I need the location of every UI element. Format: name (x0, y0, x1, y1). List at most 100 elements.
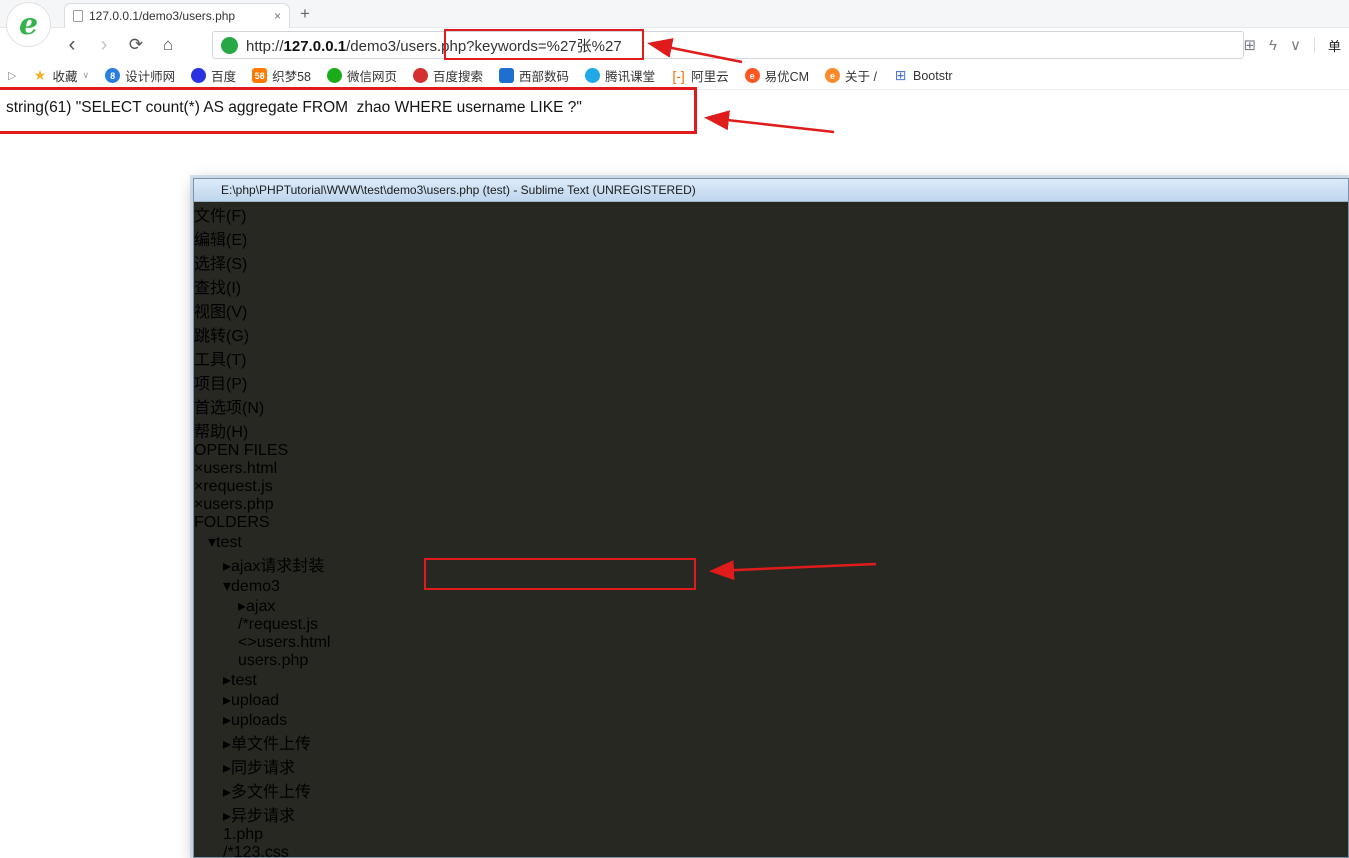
url-query: ?keywords=%27张%27 (466, 37, 622, 55)
screen: e 127.0.0.1/demo3/users.php × + ‹ › ⟳ ⌂ … (0, 0, 1349, 858)
file-name: users.html (203, 460, 278, 477)
address-bar[interactable]: http://127.0.0.1/demo3/users.php?keyword… (212, 31, 1244, 59)
bookmark-site-icon (413, 68, 429, 83)
tree-item-file[interactable]: /*request.js (194, 616, 1348, 634)
item-label: upload (231, 692, 280, 709)
tree-item-file[interactable]: users.php (194, 652, 1348, 670)
close-icon[interactable]: × (194, 478, 203, 495)
browser-tab[interactable]: 127.0.0.1/demo3/users.php × (64, 3, 290, 28)
window-body: OPEN FILES ×users.html ×request.js ×users.… (194, 442, 1348, 858)
tree-item-file[interactable]: 1.php (194, 826, 1348, 844)
browser-tab-bar: e 127.0.0.1/demo3/users.php × + (0, 0, 1349, 47)
bookmark-item[interactable]: ★ 收藏 ∨ (32, 66, 89, 85)
tree-item-folder[interactable]: ▸同步请求 (194, 754, 1348, 778)
file-name: request.js (203, 478, 273, 495)
menu-item[interactable]: 文件(F) (194, 202, 1348, 226)
menu-item[interactable]: 编辑(E) (194, 226, 1348, 250)
tree-item-folder[interactable]: ▸异步请求 (194, 802, 1348, 826)
apps-grid-icon[interactable]: ⊞ (1243, 36, 1256, 54)
refresh-icon[interactable]: ⟳ (120, 30, 152, 60)
bookmarks-expand-icon[interactable]: ▷ (8, 69, 16, 82)
bookmarks-bar: ▷ ★ 收藏 ∨ 8 设计师网 百度 58 织梦58 微信网页 百度搜索 西部数码 腾讯课堂 [-] 阿里… (0, 62, 1349, 90)
item-label: users.html (256, 634, 331, 651)
tree-item-file[interactable]: /*123.css (194, 844, 1348, 858)
tree-item-folder[interactable]: ▸多文件上传 (194, 778, 1348, 802)
bookmark-item[interactable]: 58 织梦58 (252, 66, 311, 85)
browser-logo-icon[interactable]: e (6, 2, 51, 47)
tree-item-folder[interactable]: ▸ajax请求封装 (194, 552, 1348, 576)
bookmark-item[interactable]: 微信网页 (327, 66, 397, 85)
site-security-icon[interactable] (221, 36, 238, 54)
window-title: E:\php\PHPTutorial\WWW\test\demo3\users.… (221, 183, 696, 197)
open-file-item[interactable]: ×users.php (194, 496, 1348, 514)
bookmark-label: 腾讯课堂 (605, 70, 656, 84)
item-label: demo3 (231, 578, 280, 595)
new-tab-button[interactable]: + (300, 4, 310, 24)
tree-item-folder[interactable]: ▾test (194, 532, 1348, 552)
bookmark-site-icon: ★ (33, 67, 47, 83)
bookmark-label: 百度 (211, 70, 237, 84)
bookmark-label: 百度搜索 (433, 70, 484, 84)
menu-item[interactable]: 工具(T) (194, 346, 1348, 370)
forward-icon[interactable]: › (88, 30, 120, 60)
bookmark-item[interactable]: 百度 (191, 66, 236, 85)
open-file-item[interactable]: ×users.html (194, 460, 1348, 478)
menu-item[interactable]: 首选项(N) (194, 394, 1348, 418)
home-icon[interactable]: ⌂ (152, 30, 184, 60)
chevron-icon: ▸ (223, 558, 232, 575)
bookmark-site-icon (499, 68, 515, 83)
window-title-bar[interactable]: E:\php\PHPTutorial\WWW\test\demo3\users.… (194, 179, 1348, 202)
lightning-icon[interactable]: ϟ (1269, 37, 1277, 54)
bookmark-item[interactable]: 腾讯课堂 (585, 66, 655, 85)
menu-item[interactable]: 帮助(H) (194, 418, 1348, 442)
bookmark-item[interactable]: 8 设计师网 (105, 66, 175, 85)
bookmark-site-icon (327, 68, 343, 83)
file-name: users.php (203, 496, 274, 513)
chevron-down-icon[interactable]: ∨ (1290, 36, 1301, 54)
tree-item-folder[interactable]: ▾demo3 (194, 576, 1348, 596)
bookmark-item[interactable]: e 关于 / (825, 66, 877, 85)
chevron-icon: ▸ (223, 760, 232, 777)
menu-item[interactable]: 视图(V) (194, 298, 1348, 322)
open-file-item[interactable]: ×request.js (194, 478, 1348, 496)
item-label: 1.php (223, 826, 264, 843)
bookmark-item[interactable]: 百度搜索 (413, 66, 483, 85)
chevron-icon: ▾ (223, 578, 232, 595)
back-icon[interactable]: ‹ (56, 30, 88, 60)
tree-item-folder[interactable]: ▸单文件上传 (194, 730, 1348, 754)
folder-tree: ▾test ▸ajax请求封装 ▾demo3 ▸ajax/*request.js <>u… (194, 532, 1348, 858)
url-protocol: http:// (246, 37, 284, 55)
bookmarks-list: ★ 收藏 ∨ 8 设计师网 百度 58 织梦58 微信网页 百度搜索 西部数码 腾讯课堂 [-] 阿里云 e… (32, 66, 953, 85)
bookmark-item[interactable]: ⊞ Bootstr (893, 67, 953, 83)
bookmark-label: 易优CM (764, 70, 810, 84)
bookmark-item[interactable]: 西部数码 (499, 66, 569, 85)
tree-item-folder[interactable]: ▸test (194, 670, 1348, 690)
vardump-output: string(61) "SELECT count(*) AS aggregate… (6, 99, 582, 116)
menu-item[interactable]: 项目(P) (194, 370, 1348, 394)
bookmark-label: 织梦58 (272, 70, 312, 84)
item-label: ajax (246, 598, 276, 615)
sidebar: OPEN FILES ×users.html ×request.js ×users.… (194, 442, 1348, 858)
tree-item-folder[interactable]: ▸ajax (194, 596, 1348, 616)
chevron-icon: ▸ (223, 712, 232, 729)
toolbar-right-icons: ⊞ ϟ ∨ 单 (1243, 28, 1341, 62)
bookmark-item[interactable]: [-] 阿里云 (671, 66, 728, 85)
menu-item[interactable]: 选择(S) (194, 250, 1348, 274)
sublime-window: E:\php\PHPTutorial\WWW\test\demo3\users.… (193, 178, 1349, 858)
bookmark-item[interactable]: e 易优CM (744, 66, 810, 85)
chevron-icon: ▸ (223, 736, 232, 753)
menu-bar: 文件(F) 编辑(E) 选择(S) 查找(I) 视图(V) 跳转(G) 工具(T) 项目(P)… (194, 202, 1348, 442)
close-icon[interactable]: × (194, 496, 203, 513)
tree-item-file[interactable]: <>users.html (194, 634, 1348, 652)
tab-title: 127.0.0.1/demo3/users.php (89, 9, 236, 23)
url-text: http://127.0.0.1/demo3/users.php?keyword… (246, 35, 622, 56)
tree-item-folder[interactable]: ▸uploads (194, 710, 1348, 730)
tree-item-folder[interactable]: ▸upload (194, 690, 1348, 710)
window-mode-label[interactable]: 单 (1328, 36, 1341, 55)
item-label: uploads (231, 712, 288, 729)
bookmark-site-icon: e (825, 68, 841, 83)
close-icon[interactable]: × (274, 9, 281, 23)
menu-item[interactable]: 跳转(G) (194, 322, 1348, 346)
close-icon[interactable]: × (194, 460, 203, 477)
menu-item[interactable]: 查找(I) (194, 274, 1348, 298)
